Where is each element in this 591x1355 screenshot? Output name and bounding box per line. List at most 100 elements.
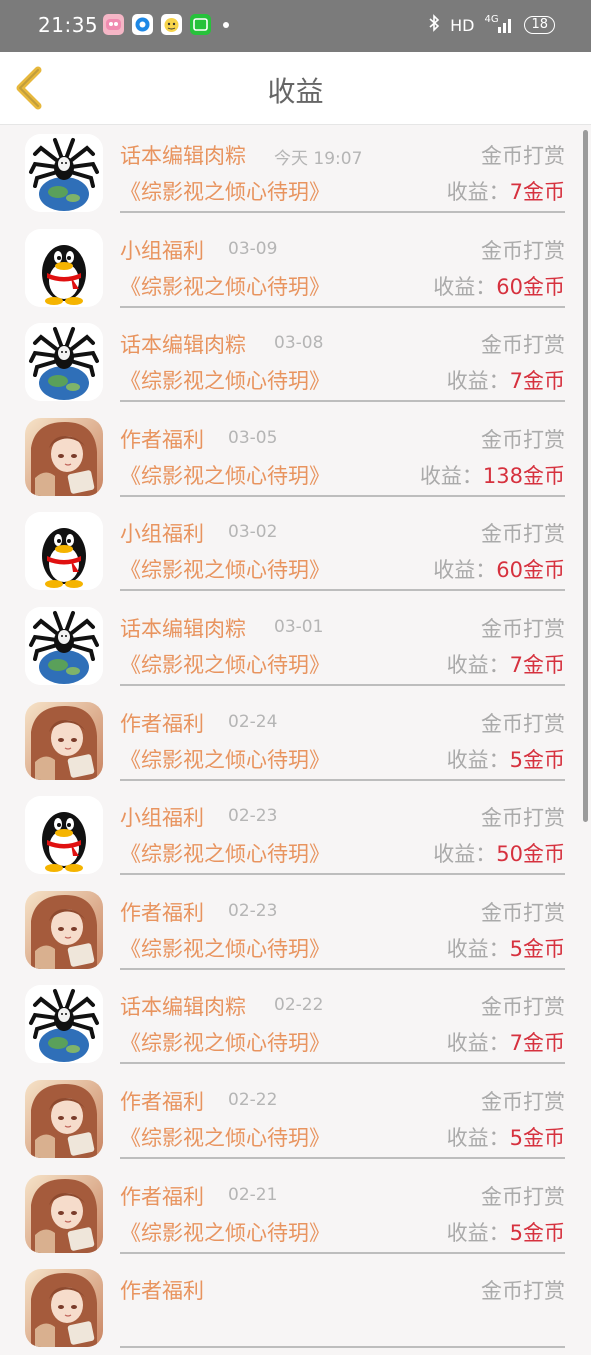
anime-girl-avatar[interactable]	[25, 1269, 103, 1348]
income-type: 金币打赏	[481, 144, 565, 168]
book-title: 《综影视之倾心待玥》	[120, 1031, 330, 1056]
sender-name: 话本编辑肉粽	[120, 333, 246, 358]
scrollbar[interactable]	[583, 130, 588, 822]
spider-globe-avatar[interactable]	[25, 606, 103, 685]
book-title: 《综影视之倾心待玥》	[120, 1125, 330, 1150]
book-title: 《综影视之倾心待玥》	[120, 463, 330, 488]
income-label: 收益：	[433, 274, 497, 299]
income-amount: 收益：60金币	[433, 554, 565, 584]
income-amount: 收益：7金币	[447, 649, 565, 679]
book-title: 《综影视之倾心待玥》	[120, 180, 330, 204]
income-list-item[interactable]: 话本编辑肉粽 03-01 金币打赏 《综影视之倾心待玥》 收益：7金币	[0, 598, 591, 693]
sender-name: 话本编辑肉粽	[120, 144, 246, 168]
income-value: 7金币	[509, 180, 565, 204]
income-type: 金币打赏	[481, 900, 565, 925]
item-date: 02-23	[228, 806, 278, 827]
anime-girl-avatar[interactable]	[25, 701, 103, 780]
income-list-item[interactable]: 小组福利 02-23 金币打赏 《综影视之倾心待玥》 收益：50金币	[0, 787, 591, 882]
sender-name: 作者福利	[120, 900, 204, 925]
qq-penguin-avatar[interactable]	[25, 512, 103, 591]
income-item-info: 小组福利 03-09 金币打赏 《综影视之倾心待玥》 收益：60金币	[120, 220, 565, 308]
income-amount: 收益：5金币	[447, 1122, 565, 1152]
income-value: 5金币	[509, 1125, 565, 1150]
income-list-item[interactable]: 作者福利 03-05 金币打赏 《综影视之倾心待玥》 收益：138金币	[0, 409, 591, 504]
income-type: 金币打赏	[481, 1184, 565, 1209]
item-date: 03-09	[228, 238, 278, 259]
book-title: 《综影视之倾心待玥》	[120, 558, 330, 583]
book-title: 《综影视之倾心待玥》	[120, 747, 330, 772]
income-value: 7金币	[509, 652, 565, 677]
income-label: 收益：	[446, 1031, 510, 1056]
income-item-info: 作者福利 02-22 金币打赏 《综影视之倾心待玥》 收益：5金币	[120, 1071, 565, 1159]
qq-penguin-avatar[interactable]	[25, 228, 103, 307]
income-amount: 收益：7金币	[447, 1027, 565, 1057]
book-title: 《综影视之倾心待玥》	[120, 369, 330, 394]
anime-girl-avatar[interactable]	[25, 1079, 103, 1158]
book-title: 《综影视之倾心待玥》	[120, 652, 330, 677]
status-bar: 21:35 HD 4G 18	[0, 0, 591, 52]
cartoon-face-app-icon	[161, 14, 182, 35]
income-label: 收益：	[433, 558, 497, 583]
income-list-item[interactable]: 作者福利 02-21 金币打赏 《综影视之倾心待玥》 收益：5金币	[0, 1166, 591, 1261]
battery-indicator: 18	[524, 16, 555, 34]
income-value: 5金币	[509, 936, 565, 961]
anime-girl-avatar[interactable]	[25, 890, 103, 969]
income-type: 金币打赏	[481, 806, 565, 831]
income-list-item[interactable]: 作者福利 02-22 金币打赏 《综影视之倾心待玥》 收益：5金币	[0, 1071, 591, 1166]
income-list-item[interactable]: 作者福利 金币打赏	[0, 1260, 591, 1355]
qq-penguin-avatar[interactable]	[25, 796, 103, 875]
sender-name: 作者福利	[120, 1184, 204, 1209]
income-list-item[interactable]: 小组福利 03-02 金币打赏 《综影视之倾心待玥》 收益：60金币	[0, 503, 591, 598]
income-item-info: 作者福利 02-24 金币打赏 《综影视之倾心待玥》 收益：5金币	[120, 693, 565, 781]
item-date: 02-24	[228, 711, 278, 732]
income-label: 收益：	[446, 652, 510, 677]
income-list: 话本编辑肉粽 今天 19:07 金币打赏 《综影视之倾心待玥》 收益：7金币 小组福利 0…	[0, 125, 591, 1355]
blue-circle-app-icon	[132, 14, 153, 35]
income-item-info: 话本编辑肉粽 03-08 金币打赏 《综影视之倾心待玥》 收益：7金币	[120, 314, 565, 403]
income-amount: 收益：138金币	[420, 460, 565, 490]
income-amount: 收益：5金币	[447, 744, 565, 774]
spider-globe-avatar[interactable]	[25, 985, 103, 1064]
income-value: 138金币	[482, 463, 565, 488]
anime-girl-avatar[interactable]	[25, 417, 103, 496]
spider-globe-avatar[interactable]	[25, 134, 103, 212]
book-title: 《综影视之倾心待玥》	[120, 274, 330, 299]
income-type: 金币打赏	[481, 711, 565, 736]
sender-name: 小组福利	[120, 238, 204, 263]
income-list-item[interactable]: 话本编辑肉粽 03-08 金币打赏 《综影视之倾心待玥》 收益：7金币	[0, 314, 591, 409]
status-time: 21:35	[38, 13, 99, 37]
sender-name: 话本编辑肉粽	[120, 616, 246, 641]
income-amount: 收益：7金币	[447, 365, 565, 395]
income-list-item[interactable]: 话本编辑肉粽 今天 19:07 金币打赏 《综影视之倾心待玥》 收益：7金币	[0, 125, 591, 220]
income-item-info: 小组福利 03-02 金币打赏 《综影视之倾心待玥》 收益：60金币	[120, 503, 565, 592]
income-list-item[interactable]: 小组福利 03-09 金币打赏 《综影视之倾心待玥》 收益：60金币	[0, 220, 591, 315]
income-item-info: 小组福利 02-23 金币打赏 《综影视之倾心待玥》 收益：50金币	[120, 787, 565, 876]
spider-globe-avatar[interactable]	[25, 323, 103, 402]
income-type: 金币打赏	[481, 427, 565, 452]
income-amount: 收益：50金币	[433, 838, 565, 868]
income-item-info: 作者福利 02-21 金币打赏 《综影视之倾心待玥》 收益：5金币	[120, 1166, 565, 1254]
income-item-info: 作者福利 金币打赏	[120, 1260, 565, 1349]
page-title: 收益	[267, 75, 324, 108]
item-date: 02-22	[274, 995, 324, 1016]
income-label: 收益：	[446, 1220, 510, 1245]
income-type: 金币打赏	[481, 522, 565, 547]
book-title: 《综影视之倾心待玥》	[120, 842, 330, 867]
income-item-info: 话本编辑肉粽 03-01 金币打赏 《综影视之倾心待玥》 收益：7金币	[120, 598, 565, 686]
income-list-item[interactable]: 作者福利 02-24 金币打赏 《综影视之倾心待玥》 收益：5金币	[0, 693, 591, 788]
income-item-info: 作者福利 03-05 金币打赏 《综影视之倾心待玥》 收益：138金币	[120, 409, 565, 497]
item-date: 03-02	[228, 522, 278, 543]
bluetooth-icon	[428, 14, 440, 36]
income-list-item[interactable]: 作者福利 02-23 金币打赏 《综影视之倾心待玥》 收益：5金币	[0, 882, 591, 977]
income-type: 金币打赏	[481, 238, 565, 263]
notification-dot	[223, 21, 229, 28]
income-value: 60金币	[496, 558, 565, 583]
income-value: 7金币	[509, 1031, 565, 1056]
income-amount: 收益：5金币	[447, 933, 565, 963]
item-date: 02-21	[228, 1184, 278, 1205]
status-indicators: HD 4G 18	[428, 14, 555, 36]
anime-girl-avatar[interactable]	[25, 1174, 103, 1253]
income-list-item[interactable]: 话本编辑肉粽 02-22 金币打赏 《综影视之倾心待玥》 收益：7金币	[0, 976, 591, 1071]
iqiyi-app-icon	[190, 14, 211, 35]
income-type: 金币打赏	[481, 616, 565, 641]
